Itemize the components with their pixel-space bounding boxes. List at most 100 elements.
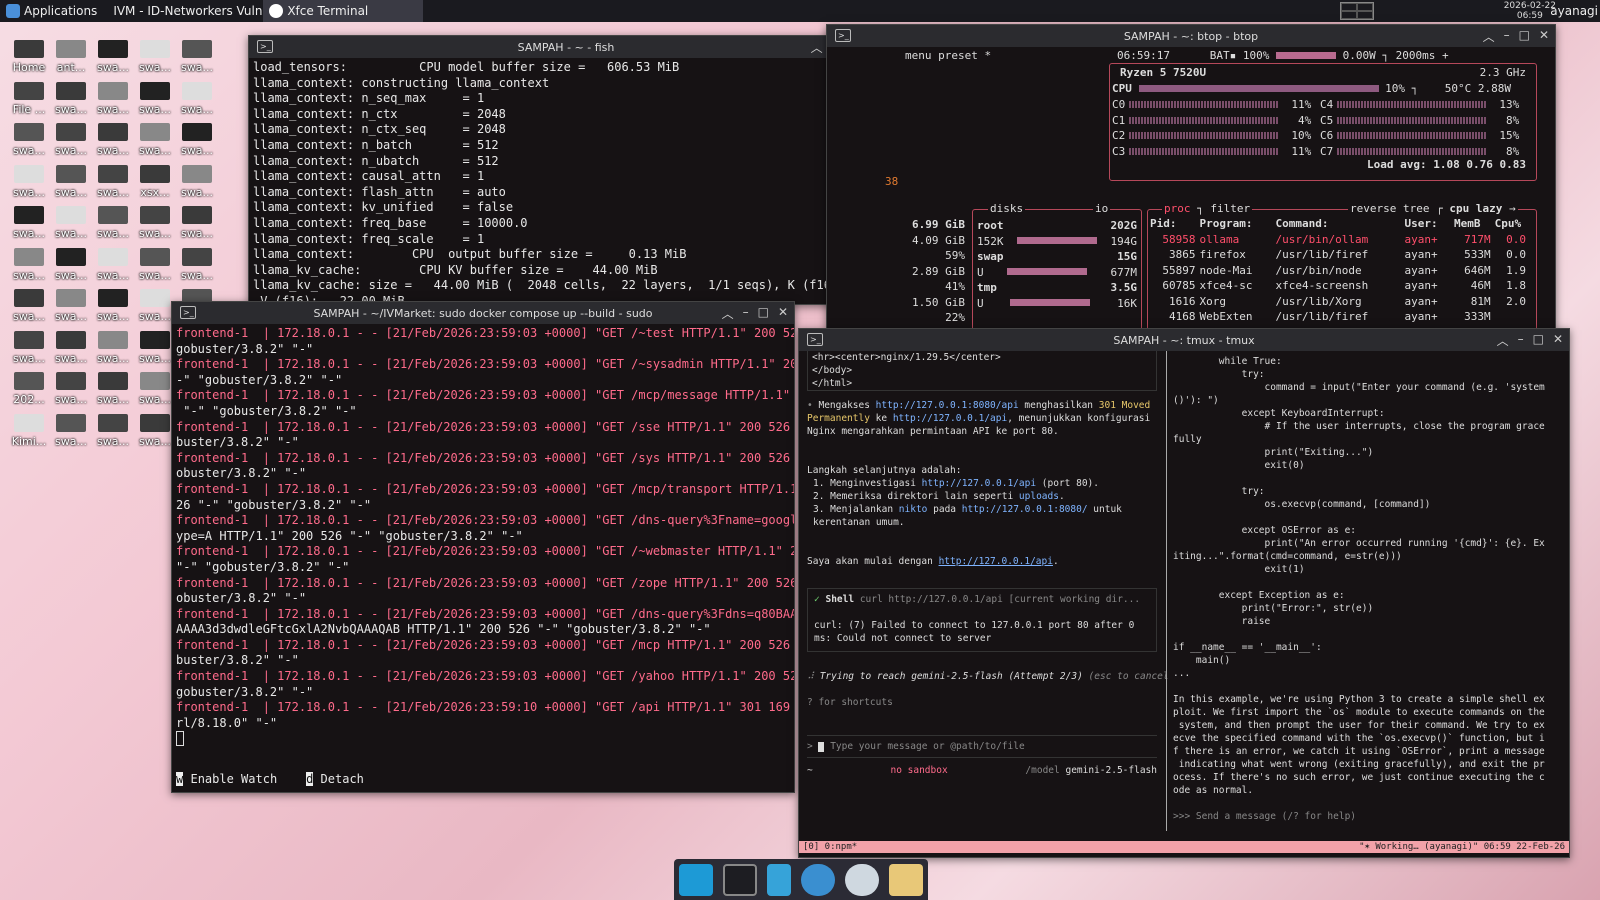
file-manager-icon[interactable] [767,863,791,896]
title-bar[interactable]: >_SAMPAH - ~ - fish ︿–□✕ [249,36,883,58]
title-bar[interactable]: >_ SAMPAH - ~/IVMarket: sudo docker compo… [172,302,794,324]
desktop-icon[interactable]: swa... [8,289,50,323]
desktop-icon[interactable]: swa... [134,372,176,406]
desktop-icon[interactable]: swa... [8,164,50,199]
user-menu[interactable]: ayanagi [1550,4,1598,18]
desktop-icon[interactable]: swa... [134,123,176,157]
show-desktop-icon[interactable] [679,863,713,896]
link[interactable]: http://127.0.0.1/api [939,556,1053,567]
desktop-icon[interactable]: swa... [92,206,134,240]
desktop-icon[interactable]: swa... [92,372,134,406]
desktop-icon[interactable]: swa... [134,206,176,240]
filter-button[interactable]: filter [1210,202,1250,215]
link[interactable]: http://127.0.0.1/api [893,413,1007,424]
sort-selector[interactable]: cpu lazy [1449,202,1502,215]
desktop-icon[interactable]: swa... [176,81,218,116]
desktop-icon[interactable]: swa... [8,123,50,157]
desktop-icon[interactable]: swa... [134,81,176,116]
process-row[interactable]: 55897 node-Mai/usr/bin/node ayan+ 646M 1.9 [1150,263,1530,279]
title-bar[interactable]: >_ SAMPAH - ~: tmux - tmux ︿ – □ ✕ [799,329,1569,351]
terminal-output[interactable]: load_tensors: CPU model buffer size = 60… [249,58,883,304]
desktop-icon[interactable]: swa... [50,164,92,199]
desktop-icon[interactable]: swa... [8,330,50,365]
process-row[interactable]: 58958 ollama/usr/bin/ollam ayan+ 717M 0.0 [1150,232,1530,248]
browser-icon[interactable] [801,863,835,896]
process-row[interactable]: 60785 xfce4-sc xfce4-screensh ayan+ 46M 1.8 [1150,278,1530,294]
desktop-icon[interactable]: swa... [50,289,92,323]
interval-button[interactable]: 2000ms [1396,49,1436,62]
shade-icon[interactable]: ︿ [1483,28,1495,45]
maximize-icon[interactable]: □ [1533,332,1544,349]
window-list[interactable]: [0] 0:npm* [803,841,857,853]
app-finder-icon[interactable] [845,863,879,896]
link[interactable]: http://127.0.0.1/api [922,478,1036,489]
desktop-icon[interactable]: swa... [50,247,92,282]
process-row[interactable]: 1616 Xorg/usr/lib/Xorg ayan+ 81M 2.0 [1150,294,1530,310]
btop-window[interactable]: >_ SAMPAH - ~: btop - btop ︿ – □ ✕ menu pres… [826,24,1556,329]
desktop-icon[interactable]: swa... [92,330,134,365]
desktop-icon[interactable]: Kimi... [8,413,50,448]
close-icon[interactable]: ✕ [1539,28,1549,45]
desktop-icon[interactable]: swa... [92,40,134,74]
desktop-icon[interactable]: swa... [134,40,176,74]
desktop-icon[interactable]: swa... [50,123,92,157]
desktop-icon[interactable]: swa... [8,206,50,240]
desktop-icon[interactable]: 202... [8,372,50,406]
maximize-icon[interactable]: □ [1519,28,1530,45]
link[interactable]: http://127.0.0.1:8080/api [876,400,1019,411]
enable-watch-action[interactable]: Enable Watch [190,772,277,786]
desktop-icon[interactable]: swa... [134,247,176,282]
pane-divider[interactable] [1166,351,1167,831]
desktop-icon[interactable]: swa... [92,123,134,157]
desktop-icon[interactable]: swa... [92,289,134,323]
desktop-icon[interactable]: swa... [92,81,134,116]
detach-action[interactable]: Detach [321,772,364,786]
desktop-icon[interactable]: swa... [50,206,92,240]
shade-icon[interactable]: ︿ [1497,332,1509,349]
close-icon[interactable]: ✕ [1553,332,1563,349]
desktop-icon[interactable]: swa... [92,247,134,282]
desktop-icon[interactable]: swa... [50,330,92,365]
folder-icon[interactable] [889,863,923,896]
process-table[interactable]: Pid: Program: Command: User: MemB Cpu% 58958 ol… [1150,216,1530,325]
title-bar[interactable]: >_ SAMPAH - ~: btop - btop ︿ – □ ✕ [827,25,1555,47]
desktop-icon[interactable]: swa... [134,330,176,365]
ollama-pane[interactable]: while True: try: command = input("Enter … [1169,351,1549,831]
desktop-icon[interactable]: swa... [176,164,218,199]
desktop-icon[interactable]: File ... [8,81,50,116]
desktop-icon[interactable]: swa... [8,247,50,282]
shade-icon[interactable]: ︿ [722,305,734,322]
terminal-output[interactable]: frontend-1 | 172.18.0.1 - - [21/Feb/2026… [172,324,794,754]
desktop-icon[interactable]: swa... [50,413,92,448]
desktop-icon[interactable]: swa... [176,247,218,282]
process-row[interactable]: 3865 firefox/usr/lib/firef ayan+ 533M 0.0 [1150,247,1530,263]
workspace-switcher[interactable] [1340,2,1374,20]
terminal-icon[interactable] [723,863,757,896]
gemini-cli-pane[interactable]: <hr><center>nginx/1.29.5</center> </body>… [799,351,1169,831]
reverse-toggle[interactable]: reverse [1350,202,1396,215]
message-input[interactable]: > Type your message or @path/to/file [807,735,1157,758]
clock[interactable]: 2026-02-22 06:59 [1504,0,1556,21]
fish-terminal-window[interactable]: >_SAMPAH - ~ - fish ︿–□✕ load_tensors: C… [248,35,884,305]
menu-button[interactable]: menu [905,49,932,62]
minimize-icon[interactable]: – [743,305,749,322]
desktop-icon[interactable]: swa... [134,289,176,323]
desktop-icon[interactable]: swa... [176,206,218,240]
desktop-icon[interactable]: xsx... [134,164,176,199]
desktop-icon[interactable]: swa... [50,81,92,116]
ollama-prompt[interactable]: >>> Send a message (/? for help) [1173,810,1545,823]
desktop-icon[interactable]: swa... [50,372,92,406]
desktop-icon[interactable]: swa... [176,40,218,74]
minimize-icon[interactable]: – [1504,28,1510,45]
close-icon[interactable]: ✕ [778,305,788,322]
desktop-icon[interactable]: swa... [92,413,134,448]
task-terminal[interactable]: Xfce Terminal [263,0,424,22]
process-row[interactable]: 4168 WebExten/usr/lib/firef ayan+ 333M [1150,309,1530,325]
tmux-window[interactable]: >_ SAMPAH - ~: tmux - tmux ︿ – □ ✕ <hr><cent… [798,328,1570,858]
desktop-icon[interactable]: swa... [176,123,218,157]
minimize-icon[interactable]: – [1518,332,1524,349]
preset-button[interactable]: preset * [938,49,991,62]
shade-icon[interactable]: ︿ [811,39,823,56]
desktop-icon[interactable]: Home [8,40,50,74]
applications-menu[interactable]: Applications [0,0,103,22]
